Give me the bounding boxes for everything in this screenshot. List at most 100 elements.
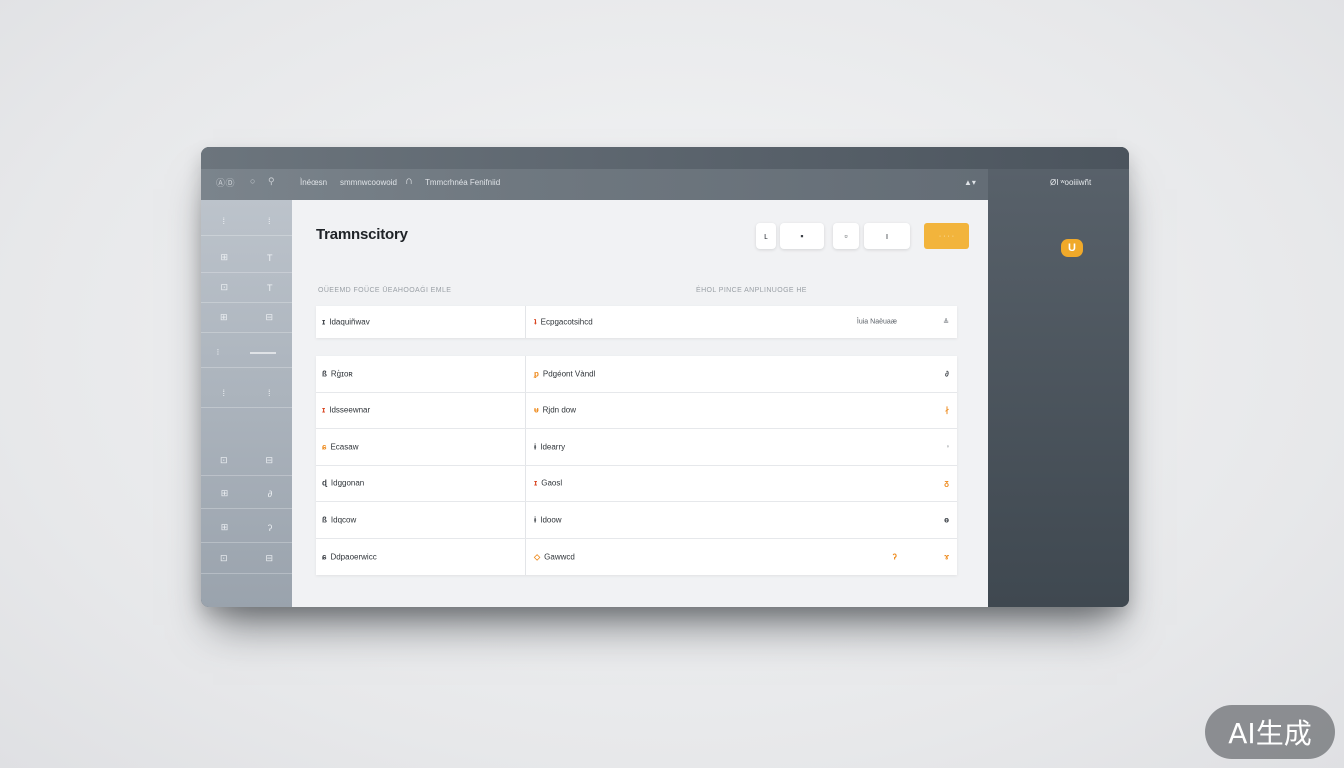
row-marker-icon: ◇ <box>534 552 541 562</box>
row-cell-name-text: Ddpaoerwicc <box>330 552 377 562</box>
row-marker-icon: ᵾ <box>534 405 539 415</box>
row-action-icon[interactable]: ɤ <box>944 552 949 561</box>
row-cell-detail: ᵱ Pdgéont Vàndl <box>534 369 595 378</box>
sidebar-item-7[interactable]: ⊡ ⊟ <box>201 446 292 476</box>
row-marker-icon: ɪ <box>322 317 326 327</box>
sidebar-item-icon: ⊞ <box>220 488 229 498</box>
toolbar-button-3[interactable]: ▫ <box>833 223 859 249</box>
row-marker-icon: ɕ <box>322 442 327 452</box>
sidebar-item-icon: ⊡ <box>219 553 228 563</box>
sidebar-item-6[interactable]: ⁞ ⁞ <box>201 378 292 408</box>
sidebar-item-glyph: T <box>267 252 273 263</box>
row-marker-icon: ɨ <box>534 442 537 452</box>
toolbar-button-2[interactable]: ▪ <box>780 223 824 249</box>
table-row[interactable]: ɖ Idggonan ɪ Gaosl ᵹ <box>316 465 957 502</box>
row-marker-icon: ɨ <box>534 515 537 525</box>
sidebar-item-glyph: ⁞ <box>267 387 271 398</box>
column-divider <box>525 429 526 465</box>
row-cell-detail: ɪ Gaosl <box>534 479 562 488</box>
sidebar-item-icon: ⁞ <box>222 387 225 398</box>
breadcrumb-item-2[interactable]: smmnwcoowoid <box>340 178 397 187</box>
ai-generated-watermark: AI生成 <box>1205 705 1335 759</box>
home-icon[interactable]: ∩ <box>405 175 413 187</box>
row-status-icon: ʔ <box>892 552 897 562</box>
toolbar-button-4[interactable]: ı <box>864 223 910 249</box>
sidebar-item-bar <box>250 351 277 354</box>
row-cell-name-text: Rģɪoʀ <box>330 369 353 379</box>
row-marker-icon: ɕ <box>322 552 327 562</box>
window-control-pin-icon[interactable]: ⚲ <box>268 176 275 187</box>
header-cell-1: ɪ Idaquiñwav <box>322 318 370 327</box>
user-menu-icon[interactable]: ▲▾ <box>964 178 976 187</box>
notification-badge-icon[interactable]: U <box>1061 239 1083 257</box>
primary-action-button[interactable]: · · · · <box>924 223 969 249</box>
header-cell-1-text: Idaquiñwav <box>329 317 370 327</box>
right-panel-title: ØI ʷooiiiwñt <box>1050 178 1092 187</box>
table-row[interactable]: ß Idqcow ɨ Idoow ɵ <box>316 502 957 539</box>
row-cell-detail: ᵾ Rjdn dow <box>534 406 576 415</box>
row-marker-icon: ß <box>322 369 327 379</box>
sidebar-item-glyph: ⊟ <box>265 553 274 563</box>
sidebar-item-icon: ⁞ <box>222 215 225 226</box>
sidebar-item-2[interactable]: ⊞ T <box>201 243 292 273</box>
row-cell-detail-text: Gawwcd <box>544 552 575 562</box>
sidebar-item-4[interactable]: ⊞ ⊟ <box>201 303 292 333</box>
row-action-icon[interactable]: ∤ <box>945 406 949 415</box>
row-action-icon[interactable]: ◦ <box>947 443 949 450</box>
row-cell-name: ɖ Idggonan <box>322 479 364 488</box>
sidebar-item-icon: ⊞ <box>220 522 229 532</box>
column-divider <box>525 392 526 428</box>
row-marker-icon: ʇ <box>534 317 537 327</box>
row-cell-name: ß Rģɪoʀ <box>322 369 353 378</box>
window-control-circle[interactable]: ○ <box>250 176 255 186</box>
column-divider <box>525 538 526 575</box>
sidebar-item-icon: ⊞ <box>220 252 229 262</box>
sidebar-item-10[interactable]: ⊡ ⊟ <box>201 544 292 574</box>
sidebar-item-icon: ⊞ <box>219 312 228 322</box>
column-divider <box>525 356 526 392</box>
sort-icon[interactable]: ≜ <box>943 318 949 326</box>
table-body-card: ß Rģɪoʀ ᵱ Pdgéont Vàndl ∂ ɪ Idsseewnar ᵾ Rjd… <box>316 356 957 575</box>
breadcrumb-item-3[interactable]: Tmmcrhnéa Fenifniid <box>425 178 500 187</box>
row-cell-detail-text: Gaosl <box>541 478 563 488</box>
table-row[interactable]: ɕ Ddpaoerwicc ◇ Gawwcd ʔ ɤ <box>316 538 957 575</box>
header-cell-2-text: Ecpgacotsihcd <box>540 317 593 327</box>
sidebar-item-glyph: T <box>267 282 273 293</box>
table-row[interactable]: ɕ Ecasaw ɨ Idearry ◦ <box>316 429 957 466</box>
table-row[interactable]: ɪ Idsseewnar ᵾ Rjdn dow ∤ <box>316 392 957 429</box>
row-marker-icon: ß <box>322 515 327 525</box>
column-header-left: OÜEEMD FOÜCE ŪEAHOOAĠI EMLE <box>318 287 452 294</box>
sidebar-item-9[interactable]: ⊞ ʔ <box>201 513 292 543</box>
row-cell-detail: ɨ Idoow <box>534 515 562 524</box>
sidebar-item-8[interactable]: ⊞ ∂ <box>201 479 292 509</box>
row-cell-detail: ◇ Gawwcd <box>534 552 575 561</box>
table-row[interactable]: ß Rģɪoʀ ᵱ Pdgéont Vàndl ∂ <box>316 356 957 393</box>
row-marker-icon: ɪ <box>322 405 326 415</box>
right-panel <box>988 169 1129 607</box>
header-cell-2: ʇ Ecpgacotsihcd <box>534 318 593 327</box>
table-header-card: ɪ Idaquiñwav ʇ Ecpgacotsihcd Ìuia Naèuaæ ≜ <box>316 306 957 338</box>
column-divider <box>525 502 526 538</box>
row-action-icon[interactable]: ɵ <box>944 515 949 524</box>
column-divider <box>525 465 526 501</box>
row-action-icon[interactable]: ᵹ <box>944 479 949 488</box>
sidebar-item-icon: ⊡ <box>219 455 228 465</box>
table-header-row[interactable]: ɪ Idaquiñwav ʇ Ecpgacotsihcd Ìuia Naèuaæ ≜ <box>316 306 957 338</box>
toolbar-button-1[interactable]: ʟ <box>756 223 776 249</box>
row-marker-icon: ᵱ <box>534 369 539 379</box>
sidebar-item-5[interactable]: ⁝ <box>201 338 292 368</box>
row-cell-detail-text: Pdgéont Vàndl <box>542 369 596 379</box>
column-divider <box>525 306 526 338</box>
sidebar-item-icon: ⊡ <box>220 282 229 292</box>
app-logo: ⒶⒹ <box>216 178 236 188</box>
row-marker-icon: ɖ <box>322 478 327 488</box>
column-header-right: ĖHOL PINCE ANPLINUOGE HE <box>696 287 807 294</box>
breadcrumb-item-1[interactable]: Ìnéœsn <box>300 178 327 187</box>
sidebar-item-glyph: ⁞ <box>267 215 271 226</box>
sidebar-item-3[interactable]: ⊡ T <box>201 273 292 303</box>
row-cell-name: ɕ Ecasaw <box>322 442 358 451</box>
sidebar-item-icon: ⁝ <box>216 347 220 357</box>
row-action-icon[interactable]: ∂ <box>945 369 949 378</box>
page-title: Tramnscitory <box>316 226 408 243</box>
sidebar-item-1[interactable]: ⁞ ⁞ <box>201 206 292 236</box>
